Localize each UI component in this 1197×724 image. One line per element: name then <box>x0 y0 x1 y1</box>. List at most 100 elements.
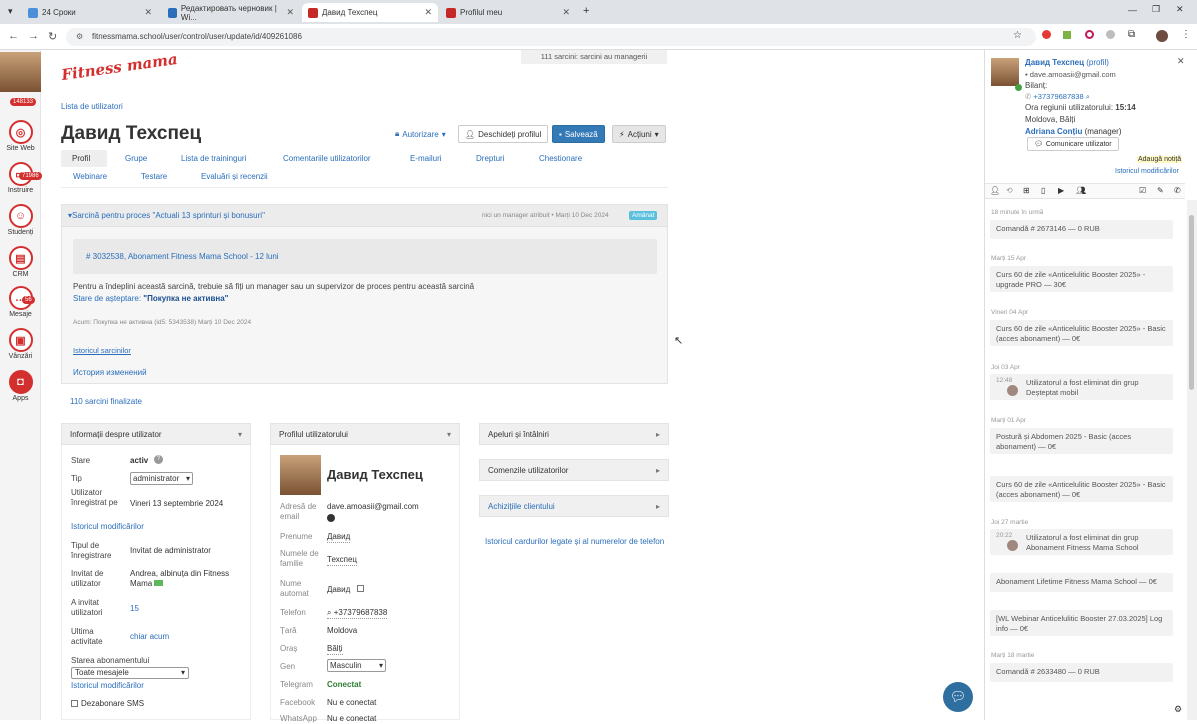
authorize-button[interactable]: 🔒︎ Autorizare ▾ <box>389 125 452 143</box>
feed-item[interactable]: Curs 60 de zile «Anticelulitic Booster 2… <box>990 476 1173 502</box>
subscription-select[interactable]: Toate mesajele ▾ <box>71 667 189 679</box>
unsubscribe-sms-checkbox[interactable]: Dezabonare SMS <box>71 699 144 708</box>
feed-item[interactable]: 12:48 Utilizatorul a fost eliminat din g… <box>990 374 1173 400</box>
back-icon[interactable]: ← <box>8 30 19 42</box>
calls-panel-header[interactable]: Apeluri și întâlniri ▸ <box>479 423 669 445</box>
checklist-icon[interactable]: ☑ <box>1139 186 1146 195</box>
user-icon[interactable]: 👤︎ <box>990 186 1000 195</box>
extension-icon[interactable] <box>1063 31 1071 39</box>
orders-panel-header[interactable]: Comenzile utilizatorilor ▸ <box>479 459 669 481</box>
feed-item[interactable]: [WL Webinar Anticelulitic Booster 27.03.… <box>990 610 1173 636</box>
avatar[interactable] <box>1156 30 1168 42</box>
group-icon[interactable]: 👥︎ <box>1076 186 1086 195</box>
tab-chestionare[interactable]: Chestionare <box>539 154 582 163</box>
invited-count-link[interactable]: 15 <box>130 604 139 613</box>
feed-item[interactable]: Curs 60 de zile «Anticelulitic Booster 2… <box>990 266 1173 292</box>
phone-icon[interactable]: ✆ <box>1174 186 1181 195</box>
user-name[interactable]: Давид Техспец (profil) <box>1025 58 1109 67</box>
history-icon[interactable]: ⟲ <box>1006 186 1013 195</box>
task-title[interactable]: ▾Sarcină pentru proces "Actuali 13 sprin… <box>68 211 265 220</box>
close-icon[interactable]: ✕ <box>144 7 152 18</box>
tab-testare[interactable]: Testare <box>141 172 167 181</box>
changes-history-link[interactable]: История изменений <box>73 368 147 377</box>
close-icon[interactable]: ✕ <box>562 7 570 18</box>
scrollbar-thumb[interactable] <box>1189 215 1194 390</box>
logo[interactable]: Fitness mama <box>60 50 178 84</box>
history-link[interactable]: Istoricul modificărilor <box>71 522 144 531</box>
rail-item-apps[interactable]: ◘ Apps <box>0 370 41 402</box>
new-tab-icon[interactable]: + <box>583 5 589 17</box>
forward-icon[interactable]: → <box>28 30 39 42</box>
edit-icon[interactable]: ✎ <box>1157 186 1164 195</box>
minimize-icon[interactable]: — <box>1128 5 1137 15</box>
settings-icon[interactable]: ⚙ <box>1174 704 1182 715</box>
close-icon[interactable]: ✕ <box>424 7 432 18</box>
profile-panel-header[interactable]: Profilul utilizatorului ▾ <box>270 423 460 445</box>
extensions-puzzle-icon[interactable]: ⧉ <box>1128 29 1135 40</box>
open-profile-button[interactable]: 👤︎ Deschideți profilul <box>458 125 549 143</box>
search-icon[interactable]: ⌕ <box>327 608 331 617</box>
city-field[interactable]: Bălți <box>327 644 343 655</box>
chat-widget-button[interactable]: 💬︎ <box>943 682 973 712</box>
history-link[interactable]: Istoricul modificărilor <box>71 681 144 690</box>
feed-item[interactable]: Curs 60 de zile «Anticelulitic Booster 2… <box>990 320 1173 346</box>
tab-lista-traininguri[interactable]: Lista de traininguri <box>181 154 246 163</box>
save-button[interactable]: ▪ Salvează <box>552 125 605 143</box>
history-link[interactable]: Istoricul modificărilor <box>1115 168 1179 175</box>
last-name-field[interactable]: Техспец <box>327 555 357 566</box>
breadcrumb[interactable]: Lista de utilizatori <box>61 102 123 111</box>
video-icon[interactable]: ▶ <box>1058 186 1064 195</box>
cart-icon[interactable]: ⊞ <box>1023 186 1030 195</box>
help-icon[interactable]: ? <box>154 455 163 464</box>
first-name-field[interactable]: Давид <box>327 532 351 543</box>
feed-item[interactable]: Comandă # 2673146 — 0 RUB <box>990 220 1173 239</box>
purchases-panel-header[interactable]: Achizițiile clientului ▸ <box>479 495 669 517</box>
phone-field[interactable]: ⌕ +37379687838 <box>327 608 388 619</box>
bookmark-star-icon[interactable]: ☆ <box>1013 30 1022 41</box>
tab-grupe[interactable]: Grupe <box>125 154 147 163</box>
gender-select[interactable]: Masculin ▾ <box>327 659 386 672</box>
tab-profil[interactable]: Profil <box>72 154 90 163</box>
mobile-icon[interactable]: ▯ <box>1041 186 1045 195</box>
extension-icon[interactable] <box>1106 30 1115 39</box>
rail-item-site-web[interactable]: ◎ Site Web <box>0 120 41 152</box>
close-icon[interactable]: ✕ <box>1177 56 1185 67</box>
feed-item[interactable]: Postură și Abdomen 2025 - Basic (acces a… <box>990 428 1173 454</box>
extension-icon[interactable] <box>1085 30 1094 39</box>
browser-tab-active[interactable]: Давид Техспец ✕ <box>302 3 438 22</box>
tab-emailuri[interactable]: E-mailuri <box>410 154 442 163</box>
close-icon[interactable]: ✕ <box>286 7 294 18</box>
rail-item-vanzari[interactable]: ▣ Vânzări <box>0 328 41 360</box>
auto-name-checkbox[interactable] <box>357 585 364 592</box>
avatar[interactable] <box>0 52 41 92</box>
task-history-link[interactable]: Istoricul sarcinilor <box>73 346 131 355</box>
browser-tab[interactable]: Редактировать черновик | Wi... ✕ <box>162 3 300 22</box>
tab-list-icon[interactable]: ▾ <box>8 6 13 17</box>
rail-item-crm[interactable]: ▤ CRM <box>0 246 41 278</box>
cards-history-link[interactable]: Istoricul cardurilor legate și al numere… <box>485 537 664 546</box>
browser-tab[interactable]: 24 Сроки ✕ <box>22 3 158 22</box>
menu-icon[interactable]: ⋮ <box>1181 29 1191 40</box>
user-phone[interactable]: ✆ +37379687838 ⌕ <box>1025 92 1090 102</box>
user-info-panel-header[interactable]: Informații despre utilizator ▾ <box>61 423 251 445</box>
close-window-icon[interactable]: ✕ <box>1176 4 1184 15</box>
task-summary-note[interactable]: 111 sarcini: sarcini au managerii <box>521 50 667 64</box>
reload-icon[interactable]: ↻ <box>48 30 57 43</box>
tab-evaluari[interactable]: Evaluări și recenzii <box>201 172 268 181</box>
url-input[interactable]: fitnessmama.school/user/control/user/upd… <box>66 28 1036 46</box>
site-info-icon[interactable]: ⚙ <box>76 32 83 41</box>
actions-button[interactable]: ⚡︎ Acțiuni ▾ <box>612 125 666 143</box>
feed-item[interactable]: Comandă # 2633480 — 0 RUB <box>990 663 1173 682</box>
rail-item-studenti[interactable]: ☺ Studenți <box>0 204 41 236</box>
feed-item[interactable]: 20:22 Utilizatorul a fost eliminat din g… <box>990 529 1173 555</box>
checkbox[interactable] <box>71 700 78 707</box>
tab-drepturi[interactable]: Drepturi <box>476 154 504 163</box>
extension-icon[interactable] <box>1042 30 1051 39</box>
finished-tasks-link[interactable]: 110 sarcini finalizate <box>70 397 142 406</box>
tab-webinare[interactable]: Webinare <box>73 172 107 181</box>
rail-item-mesaje[interactable]: … Mesaje <box>0 286 41 318</box>
tab-comentarii[interactable]: Comentariile utilizatorilor <box>283 154 371 163</box>
add-note-link[interactable]: Adaugă notiță <box>1137 156 1183 163</box>
type-select[interactable]: administrator ▾ <box>130 472 193 485</box>
manager-link[interactable]: Adriana Conțiu <box>1025 127 1082 136</box>
